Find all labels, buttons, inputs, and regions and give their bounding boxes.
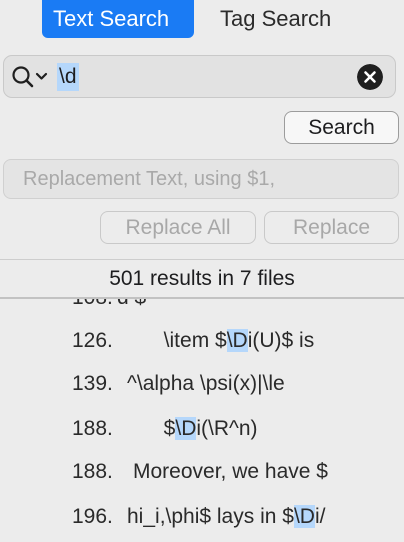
result-row[interactable]: 139. ^\alpha \psi(x)|\le (0, 364, 404, 404)
result-row[interactable]: 188. $\Di(\R^n) (0, 409, 404, 449)
replace-all-button[interactable]: Replace All (100, 211, 256, 244)
search-mode-tabs: Text Search Tag Search (0, 0, 404, 38)
results-list: 108. d $ 126. \item $\Di(U)$ is 139. ^\a… (0, 299, 404, 542)
result-text: ^\alpha \psi(x)|\le (127, 372, 285, 395)
tab-tag-search[interactable]: Tag Search (209, 0, 342, 38)
tab-text-search[interactable]: Text Search (42, 0, 194, 38)
result-line-number: 188. (72, 417, 113, 440)
replace-button[interactable]: Replace (264, 211, 399, 244)
magnifier-with-dropdown-icon[interactable] (11, 65, 51, 89)
result-text: Moreover, we have $ (133, 460, 328, 483)
result-row[interactable]: 188. Moreover, we have $ (0, 452, 404, 492)
result-line-number: 108. (72, 299, 113, 318)
result-line-number: 196. (72, 505, 113, 528)
match-highlight: \D (175, 417, 197, 440)
match-highlight: \D (226, 329, 248, 352)
results-summary: 501 results in 7 files (109, 267, 295, 290)
result-line-number: 188. (72, 460, 113, 483)
result-text: \item $\Di(U)$ is (117, 329, 315, 352)
result-line-number: 139. (72, 372, 113, 395)
search-input[interactable]: \d (3, 55, 396, 98)
search-query-text[interactable]: \d (57, 63, 79, 91)
divider (0, 259, 404, 260)
clear-search-icon[interactable] (357, 64, 383, 90)
result-row[interactable]: 108. d $ (0, 299, 404, 318)
result-text: $\Di(\R^n) (117, 417, 258, 440)
result-text: hi_i,\phi$ lays in $\Di/ (127, 505, 326, 528)
match-highlight: \D (293, 505, 315, 528)
result-line-number: 126. (72, 329, 113, 352)
result-row[interactable]: 196. hi_i,\phi$ lays in $\Di/ (0, 497, 404, 537)
search-button[interactable]: Search (284, 111, 399, 144)
result-row[interactable]: 126. \item $\Di(U)$ is (0, 321, 404, 361)
replacement-text-field[interactable]: Replacement Text, using $1, (3, 159, 399, 199)
result-text: d $ (117, 299, 146, 318)
